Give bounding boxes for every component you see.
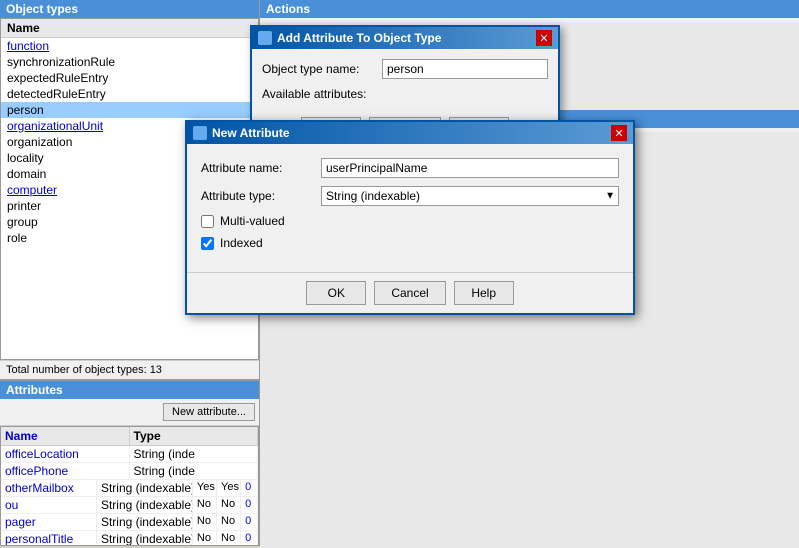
- col-header-name: Name: [1, 427, 130, 445]
- attr-name-row: Attribute name:: [201, 158, 619, 178]
- object-type-label: Object type name:: [262, 62, 382, 76]
- attr-idx: Yes: [217, 480, 241, 496]
- object-types-column-name: Name: [1, 19, 258, 38]
- multi-valued-label: Multi-valued: [220, 214, 285, 228]
- attr-name-input[interactable]: [321, 158, 619, 178]
- attr-idx: No: [217, 514, 241, 530]
- attr-name: personalTitle: [1, 531, 97, 546]
- attr-type-row: Attribute type: String (indexable) Strin…: [201, 186, 619, 206]
- dialog-add-attr-titlebar: Add Attribute To Object Type ✕: [252, 27, 558, 49]
- dialog-new-attr-ok-button[interactable]: OK: [306, 281, 366, 305]
- attr-name: pager: [1, 514, 97, 530]
- list-item[interactable]: expectedRuleEntry: [1, 70, 258, 86]
- attr-type: String (inde: [130, 446, 259, 462]
- table-row[interactable]: pager String (indexable) No No 0: [1, 514, 258, 531]
- attr-type: String (indexable): [97, 514, 193, 530]
- attr-table-header: Name Type: [1, 427, 258, 446]
- multi-valued-checkbox[interactable]: [201, 215, 214, 228]
- table-row[interactable]: otherMailbox String (indexable) Yes Yes …: [1, 480, 258, 497]
- table-row[interactable]: officePhone String (inde: [1, 463, 258, 480]
- attr-table: Name Type officeLocation String (inde of…: [1, 427, 258, 546]
- attr-name: officeLocation: [1, 446, 130, 462]
- attr-flows: 0: [241, 514, 258, 530]
- total-count: Total number of object types: 13: [0, 360, 259, 379]
- table-row[interactable]: personalTitle String (indexable) No No 0: [1, 531, 258, 546]
- attr-type: String (indexable): [97, 531, 193, 546]
- attr-flows: 0: [241, 480, 258, 496]
- attr-mv: No: [193, 531, 217, 546]
- new-attribute-button[interactable]: New attribute...: [163, 403, 255, 421]
- attr-type: String (indexable): [97, 497, 193, 513]
- attr-type-select-wrapper: String (indexable) String (non-indexable…: [321, 186, 619, 206]
- dialog-new-attr-cancel-button[interactable]: Cancel: [374, 281, 445, 305]
- indexed-checkbox[interactable]: [201, 237, 214, 250]
- indexed-label: Indexed: [220, 236, 263, 250]
- list-item[interactable]: function: [1, 38, 258, 54]
- dialog-new-attr-title: New Attribute: [212, 126, 290, 140]
- title-left: New Attribute: [193, 126, 290, 140]
- dialog-new-attr-close-button[interactable]: ✕: [611, 125, 627, 141]
- dialog-new-attr-titlebar: New Attribute ✕: [187, 122, 633, 144]
- list-item[interactable]: synchronizationRule: [1, 54, 258, 70]
- attr-mv: No: [193, 514, 217, 530]
- dialog-new-attr-help-button[interactable]: Help: [454, 281, 514, 305]
- available-attrs-row: Available attributes:: [262, 87, 548, 101]
- object-types-header: Object types: [0, 0, 259, 18]
- attr-scroll-area[interactable]: Name Type officeLocation String (inde of…: [0, 426, 259, 546]
- object-type-input[interactable]: [382, 59, 548, 79]
- attr-type: String (indexable): [97, 480, 193, 496]
- attr-mv: Yes: [193, 480, 217, 496]
- dialog-new-attr-content: Attribute name: Attribute type: String (…: [187, 144, 633, 272]
- dialog-new-attribute: New Attribute ✕ Attribute name: Attribut…: [185, 120, 635, 315]
- attr-name-label: Attribute name:: [201, 161, 321, 175]
- table-row[interactable]: officeLocation String (inde: [1, 446, 258, 463]
- attr-name: ou: [1, 497, 97, 513]
- attr-idx: No: [217, 497, 241, 513]
- list-item-person[interactable]: person: [1, 102, 258, 118]
- dialog-add-attr-close-button[interactable]: ✕: [536, 30, 552, 46]
- attr-name: officePhone: [1, 463, 130, 479]
- attributes-header: Attributes: [0, 381, 259, 399]
- attr-flows: 0: [241, 497, 258, 513]
- dialog-new-attr-buttons: OK Cancel Help: [187, 272, 633, 313]
- indexed-row: Indexed: [201, 236, 619, 250]
- attr-idx: No: [217, 531, 241, 546]
- dialog-icon: [258, 31, 272, 45]
- attr-type-select[interactable]: String (indexable) String (non-indexable…: [321, 186, 619, 206]
- attr-toolbar: New attribute...: [0, 399, 259, 426]
- attributes-section: Attributes New attribute... Name Type of…: [0, 379, 259, 546]
- attr-type: String (inde: [130, 463, 259, 479]
- dialog-add-attr-title: Add Attribute To Object Type: [277, 31, 441, 45]
- object-type-row: Object type name:: [262, 59, 548, 79]
- table-row[interactable]: ou String (indexable) No No 0: [1, 497, 258, 514]
- attr-flows: 0: [241, 531, 258, 546]
- attr-mv: No: [193, 497, 217, 513]
- actions-top-header: Actions: [260, 0, 799, 18]
- attr-name: otherMailbox: [1, 480, 97, 496]
- attr-type-label: Attribute type:: [201, 189, 321, 203]
- new-attr-dialog-icon: [193, 126, 207, 140]
- col-header-type: Type: [130, 427, 259, 445]
- multi-valued-row: Multi-valued: [201, 214, 619, 228]
- list-item[interactable]: detectedRuleEntry: [1, 86, 258, 102]
- available-attrs-label: Available attributes:: [262, 87, 382, 101]
- title-left: Add Attribute To Object Type: [258, 31, 441, 45]
